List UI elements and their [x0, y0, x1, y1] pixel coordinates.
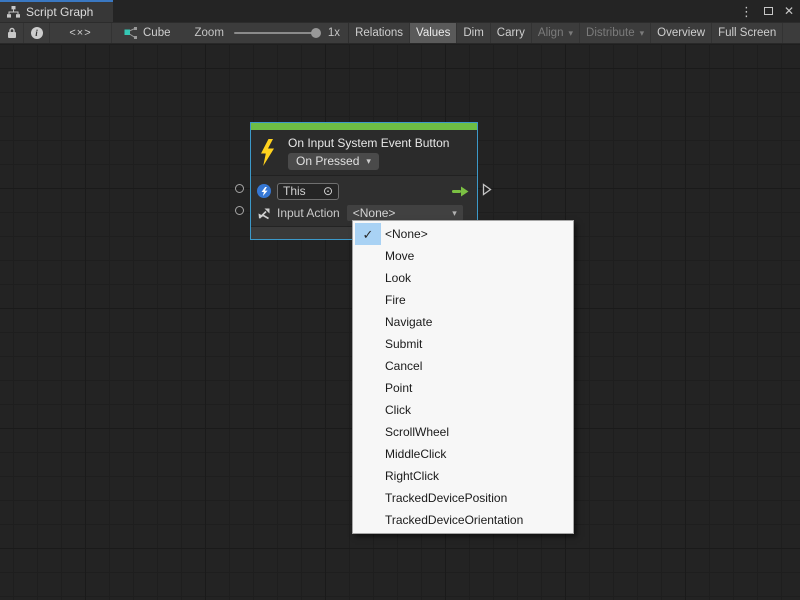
toolbar-button[interactable]: Dim ▾	[457, 23, 490, 43]
window-controls: ⋮ ✕	[740, 0, 794, 22]
chevron-down-icon: ▾	[568, 28, 573, 39]
event-type-dropdown[interactable]: On Pressed ▾	[288, 153, 379, 170]
node-color-bar	[251, 123, 477, 130]
event-target-icon	[257, 184, 271, 198]
toolbar-toggle-group: Relations ▾ Values ▾ Dim ▾ Carry ▾ Align…	[348, 23, 783, 43]
toolbar-button[interactable]: Full Screen ▾	[712, 23, 783, 43]
input-action-dropdown[interactable]: <None> ▾	[347, 205, 463, 221]
zoom-slider-handle[interactable]	[311, 28, 321, 38]
menu-item[interactable]: ✓ Click	[353, 399, 573, 421]
menu-item[interactable]: ✓ MiddleClick	[353, 443, 573, 465]
graph-object-label: Cube	[143, 27, 171, 39]
output-port-flow[interactable]	[482, 183, 492, 196]
menu-item[interactable]: ✓ RightClick	[353, 465, 573, 487]
node-header: On Input System Event Button On Pressed …	[251, 130, 477, 176]
tab-script-graph[interactable]: Script Graph	[0, 0, 113, 22]
graph-node-icon	[124, 27, 137, 39]
menu-item[interactable]: ✓ Fire	[353, 289, 573, 311]
input-action-label: Input Action	[277, 206, 340, 220]
toolbar-button[interactable]: Carry ▾	[491, 23, 532, 43]
graph-toolbar: i <×> Cube Zoom 1x Relat	[0, 22, 800, 44]
toolbar-button[interactable]: Align ▾	[532, 23, 580, 43]
lock-button[interactable]	[0, 23, 24, 43]
input-port-action[interactable]	[235, 206, 244, 215]
zoom-to-fit-button[interactable]: <×>	[50, 23, 112, 43]
menu-item[interactable]: ✓ <None>	[353, 223, 573, 245]
zoom-control: Zoom 1x	[195, 23, 349, 43]
toolbar-button[interactable]: Overview ▾	[651, 23, 712, 43]
zoom-label: Zoom	[195, 27, 224, 39]
input-action-dropdown-menu: ✓ <None> ✓ Move ✓ Look ✓	[352, 220, 574, 534]
menu-item[interactable]: ✓ Move	[353, 245, 573, 267]
toolbar-button[interactable]: Values ▾	[410, 23, 457, 43]
lock-icon	[7, 27, 17, 39]
script-graph-window: Script Graph ⋮ ✕ i <×>	[0, 0, 800, 600]
lightning-icon	[259, 139, 276, 166]
menu-item[interactable]: ✓ Look	[353, 267, 573, 289]
flow-arrow-icon	[451, 186, 469, 197]
node-row-this: This ⊙	[251, 180, 477, 202]
info-icon: i	[31, 27, 43, 39]
tab-title: Script Graph	[26, 5, 93, 19]
maximize-icon[interactable]	[764, 7, 773, 15]
input-action-icon	[257, 207, 271, 220]
menu-item[interactable]: ✓ Navigate	[353, 311, 573, 333]
check-icon: ✓	[355, 223, 381, 245]
menu-item[interactable]: ✓ Submit	[353, 333, 573, 355]
toolbar-button[interactable]: Relations ▾	[349, 23, 410, 43]
zoom-level-value: 1x	[328, 27, 340, 39]
menu-item[interactable]: ✓ Point	[353, 377, 573, 399]
toolbar-button[interactable]: Distribute ▾	[580, 23, 651, 43]
info-button[interactable]: i	[24, 23, 50, 43]
this-object-field[interactable]: This ⊙	[277, 183, 339, 200]
menu-item[interactable]: ✓ Cancel	[353, 355, 573, 377]
graph-canvas[interactable]: On Input System Event Button On Pressed …	[0, 44, 800, 600]
graph-hierarchy-icon	[7, 6, 20, 18]
input-port-trigger[interactable]	[235, 184, 244, 193]
graph-object-button[interactable]: Cube	[112, 23, 181, 43]
menu-item[interactable]: ✓ TrackedDeviceOrientation	[353, 509, 573, 531]
zoom-slider[interactable]	[234, 32, 320, 34]
window-menu-icon[interactable]: ⋮	[740, 5, 753, 18]
object-picker-icon[interactable]: ⊙	[323, 185, 333, 197]
menu-item[interactable]: ✓ ScrollWheel	[353, 421, 573, 443]
close-icon[interactable]: ✕	[784, 5, 794, 17]
chevron-down-icon: ▾	[640, 28, 645, 39]
chevron-down-icon: ▾	[452, 208, 457, 219]
node-title: On Input System Event Button	[288, 136, 449, 150]
tab-bar: Script Graph ⋮ ✕	[0, 0, 800, 22]
chevron-down-icon: ▾	[366, 156, 371, 167]
menu-item[interactable]: ✓ TrackedDevicePosition	[353, 487, 573, 509]
